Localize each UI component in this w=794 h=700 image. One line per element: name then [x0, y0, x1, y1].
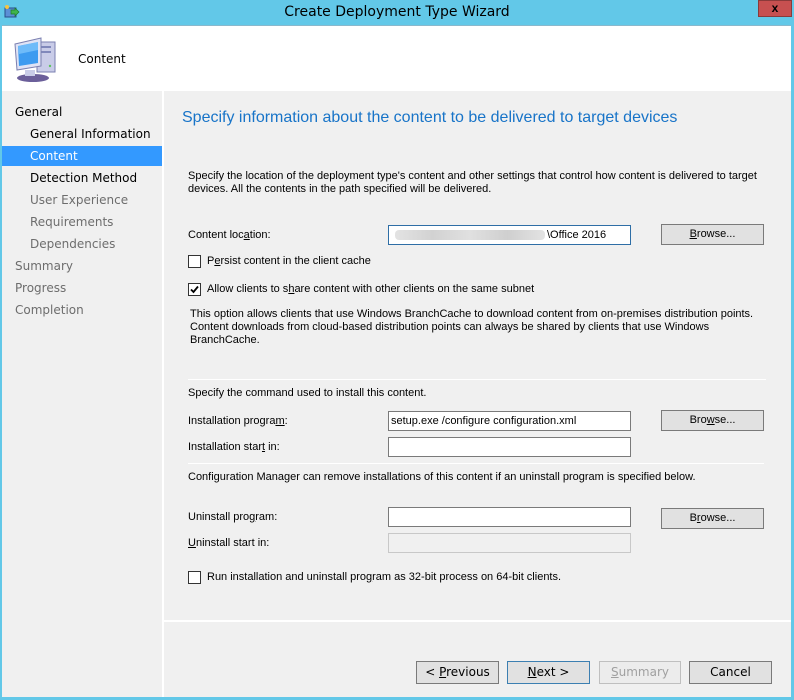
sidebar-item-content[interactable]: Content	[2, 146, 162, 166]
installation-program-browse-button[interactable]: Browse...	[661, 410, 764, 431]
wizard-header: Content	[2, 25, 791, 91]
uninstall-program-label: Uninstall program:	[188, 511, 278, 523]
persist-cache-checkbox[interactable]	[188, 255, 201, 268]
installation-program-input[interactable]: setup.exe /configure configuration.xml	[388, 411, 631, 431]
computer-icon	[11, 32, 63, 84]
sidebar-item-user-experience: User Experience	[30, 193, 129, 207]
divider	[188, 379, 766, 380]
close-icon: x	[771, 1, 779, 15]
close-button[interactable]: x	[758, 0, 792, 17]
branchcache-note-line-3: BranchCache.	[190, 334, 260, 346]
uninstall-start-in-input	[388, 533, 631, 553]
sidebar-item-completion: Completion	[15, 303, 84, 317]
title-bar: Create Deployment Type Wizard x	[0, 0, 794, 25]
persist-cache-label: Persist content in the client cache	[207, 255, 371, 267]
next-button[interactable]: Next >	[507, 661, 590, 684]
uninstall-program-browse-button[interactable]: Browse...	[661, 508, 764, 529]
redacted-path	[395, 230, 545, 241]
sidebar-item-general-information[interactable]: General Information	[2, 124, 162, 144]
run-32bit-checkbox[interactable]	[188, 571, 201, 584]
branchcache-note-line-2: Content downloads from cloud-based distr…	[190, 321, 710, 333]
branchcache-note-line-1: This option allows clients that use Wind…	[190, 308, 754, 320]
content-location-input[interactable]: \Office 2016	[388, 225, 631, 245]
share-content-label: Allow clients to share content with othe…	[207, 283, 535, 295]
cancel-button[interactable]: Cancel	[689, 661, 772, 684]
window-title: Create Deployment Type Wizard	[284, 4, 510, 20]
sidebar-item-progress: Progress	[15, 281, 67, 295]
content-location-label: Content location:	[188, 229, 271, 241]
footer-divider	[164, 620, 791, 622]
page-title: Content	[78, 52, 126, 66]
sidebar-item-summary: Summary	[15, 259, 73, 273]
sidebar-item-general[interactable]: General	[2, 102, 162, 122]
previous-button[interactable]: < Previous	[416, 661, 499, 684]
installation-start-in-input[interactable]	[388, 437, 631, 457]
description-line-1: Specify the location of the deployment t…	[188, 170, 757, 182]
sidebar-item-detection-method[interactable]: Detection Method	[2, 168, 162, 188]
content-page: Specify information about the content to…	[164, 91, 791, 697]
wizard-steps-sidebar: General General Information Content Dete…	[2, 91, 162, 697]
content-location-browse-button[interactable]: Browse...	[661, 224, 764, 245]
divider	[188, 463, 764, 464]
share-content-checkbox[interactable]	[188, 283, 201, 296]
uninstall-section-label: Configuration Manager can remove install…	[188, 471, 696, 483]
uninstall-program-input[interactable]	[388, 507, 631, 527]
sidebar-item-dependencies: Dependencies	[30, 237, 116, 251]
install-section-label: Specify the command used to install this…	[188, 387, 427, 399]
section-heading: Specify information about the content to…	[182, 109, 678, 126]
checkmark-icon	[190, 285, 199, 294]
description-line-2: devices. All the contents in the path sp…	[188, 183, 492, 195]
run-32bit-label: Run installation and uninstall program a…	[207, 571, 562, 583]
installation-program-label: Installation program:	[188, 415, 288, 427]
sidebar-item-requirements: Requirements	[30, 215, 114, 229]
uninstall-start-in-label: Uninstall start in:	[188, 537, 270, 549]
summary-button: Summary	[599, 661, 681, 684]
installation-start-in-label: Installation start in:	[188, 441, 280, 453]
